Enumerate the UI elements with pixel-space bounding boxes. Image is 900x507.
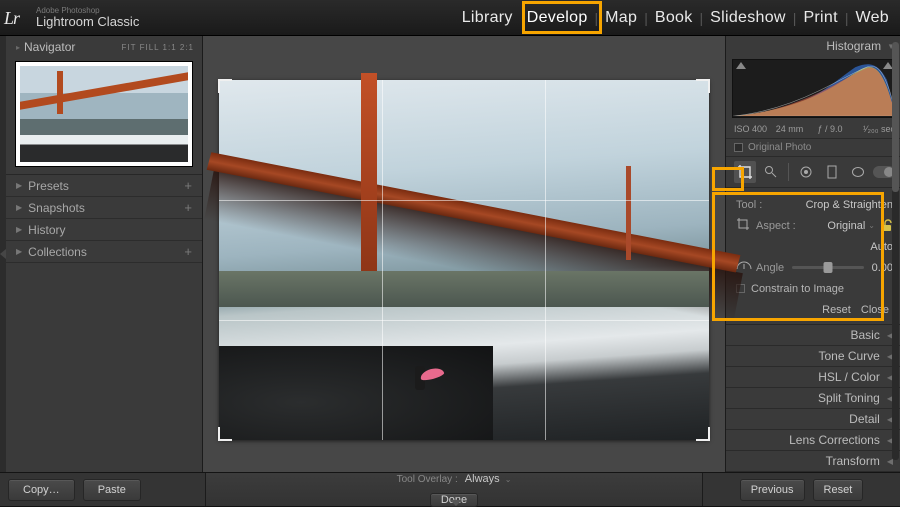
angle-value: 0.00 [872, 262, 893, 274]
aspect-value[interactable]: Original [827, 220, 865, 232]
auto-straighten[interactable]: Auto [870, 241, 893, 253]
navigator-thumbnail[interactable] [16, 62, 192, 166]
crop-handle-br[interactable] [696, 427, 710, 441]
grad-filter-icon[interactable] [821, 161, 843, 183]
canvas [203, 36, 725, 472]
original-photo-toggle[interactable]: Original Photo [726, 138, 900, 157]
top-bar: Lr Adobe Photoshop Lightroom Classic Lib… [0, 0, 900, 36]
section-basic[interactable]: Basic◀ [726, 325, 900, 346]
reset-button[interactable]: Reset [813, 479, 864, 501]
exif-aperture: ƒ / 9.0 [818, 124, 854, 134]
redeye-tool-icon[interactable] [795, 161, 817, 183]
panel-history[interactable]: ▶History [6, 219, 202, 241]
left-panel-list: ▶Presets+ ▶Snapshots+ ▶History ▶Collecti… [6, 174, 202, 263]
checkbox-icon[interactable] [734, 143, 743, 152]
app-logo: Lr Adobe Photoshop Lightroom Classic [4, 7, 139, 28]
section-detail[interactable]: Detail◀ [726, 409, 900, 430]
constrain-label: Constrain to Image [751, 283, 844, 295]
previous-button[interactable]: Previous [740, 479, 805, 501]
crop-frame-icon[interactable] [736, 217, 750, 234]
exif-shutter: ¹⁄₂₀₀ sec [859, 124, 895, 134]
left-panel: ▸ Navigator FIT FILL 1:1 2:1 ▶Presets+ ▶… [6, 36, 203, 472]
tool-overlay-value[interactable]: Always [465, 473, 500, 485]
tool-name: Crop & Straighten [806, 199, 893, 211]
module-print[interactable]: Print [796, 0, 844, 35]
right-panel: Histogram▼ ISO 400 24 mm ƒ / 9.0 ¹⁄₂₀₀ s… [725, 36, 900, 472]
histogram[interactable] [732, 59, 897, 118]
module-web[interactable]: Web [848, 0, 896, 35]
module-develop[interactable]: Develop [520, 0, 595, 35]
spot-tool-icon[interactable] [760, 161, 782, 183]
crop-panel: Tool : Crop & Straighten Aspect : Origin… [726, 188, 900, 324]
right-accordion: Basic◀ Tone Curve◀ HSL / Color◀ Split To… [726, 324, 900, 472]
tool-strip [726, 157, 900, 188]
crop-close[interactable]: Close [861, 304, 889, 316]
section-lens[interactable]: Lens Corrections◀ [726, 430, 900, 451]
angle-slider[interactable] [792, 266, 863, 269]
module-library[interactable]: Library [455, 0, 520, 35]
panel-presets[interactable]: ▶Presets+ [6, 175, 202, 197]
filmstrip-toggle-icon[interactable] [450, 500, 462, 506]
navigator-header[interactable]: ▸ Navigator FIT FILL 1:1 2:1 [6, 36, 202, 58]
module-picker: Library Develop| Map| Book| Slideshow| P… [455, 0, 896, 35]
exif-iso: ISO 400 [734, 124, 770, 134]
radial-filter-icon[interactable] [847, 161, 869, 183]
app-name: Lightroom Classic [36, 15, 139, 28]
center-area [203, 36, 725, 472]
histogram-header[interactable]: Histogram▼ [726, 36, 900, 57]
exif-focal: 24 mm [776, 124, 812, 134]
module-slideshow[interactable]: Slideshow [703, 0, 793, 35]
angle-label: Angle [756, 262, 784, 274]
crop-tool-icon[interactable] [734, 161, 756, 183]
module-map[interactable]: Map [598, 0, 644, 35]
panel-snapshots[interactable]: ▶Snapshots+ [6, 197, 202, 219]
tool-label: Tool : [736, 199, 762, 211]
section-splittoning[interactable]: Split Toning◀ [726, 388, 900, 409]
crop-handle-tl[interactable] [218, 79, 232, 93]
navigator-title: Navigator [24, 40, 75, 54]
copy-button[interactable]: Copy… [8, 479, 75, 501]
tool-overlay-label: Tool Overlay : [397, 474, 458, 485]
exif-readout: ISO 400 24 mm ƒ / 9.0 ¹⁄₂₀₀ sec [726, 122, 900, 138]
section-tonecurve[interactable]: Tone Curve◀ [726, 346, 900, 367]
paste-button[interactable]: Paste [83, 479, 141, 501]
section-transform[interactable]: Transform◀ [726, 451, 900, 472]
panel-collections[interactable]: ▶Collections+ [6, 241, 202, 263]
right-scrollbar[interactable] [892, 42, 899, 460]
aspect-label: Aspect : [756, 220, 796, 232]
section-hsl[interactable]: HSL / Color◀ [726, 367, 900, 388]
logo-mark-icon: Lr [4, 8, 30, 28]
crop-reset[interactable]: Reset [822, 304, 851, 316]
photo-preview[interactable] [219, 80, 709, 440]
module-book[interactable]: Book [648, 0, 700, 35]
crop-handle-tr[interactable] [696, 79, 710, 93]
navigator-modes[interactable]: FIT FILL 1:1 2:1 [122, 43, 194, 52]
